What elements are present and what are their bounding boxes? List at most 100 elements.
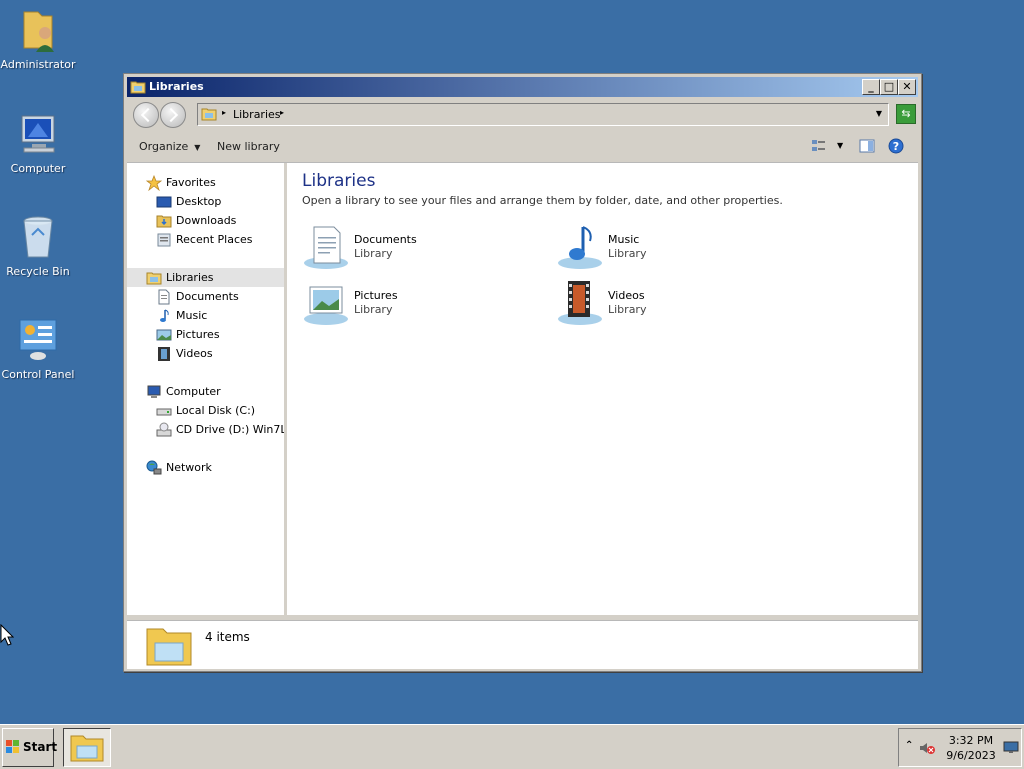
organize-button[interactable]: Organize ▼ <box>139 140 200 153</box>
nav-local-disk[interactable]: Local Disk (C:) <box>127 401 284 420</box>
view-options-icon <box>812 140 825 151</box>
desktop-icon-label: Computer <box>10 162 66 175</box>
libraries-folder-icon <box>145 623 193 667</box>
nav-label: Local Disk (C:) <box>176 404 256 417</box>
nav-downloads[interactable]: Downloads <box>127 211 284 230</box>
refresh-icon: ⇆ <box>901 107 911 120</box>
library-type: Library <box>608 303 647 316</box>
content-pane: Libraries Open a library to see your fil… <box>287 163 918 615</box>
system-tray: ⌃ 3:32 PM 9/6/2023 <box>898 728 1022 767</box>
change-view-button[interactable] <box>811 138 827 157</box>
nav-network[interactable]: Network <box>127 458 284 477</box>
breadcrumb-libraries[interactable]: Libraries <box>233 108 281 121</box>
preview-pane-button[interactable] <box>859 138 875 157</box>
breadcrumb-arrow-icon[interactable]: ▸ <box>280 108 284 117</box>
clock[interactable]: 3:32 PM 9/6/2023 <box>945 733 997 763</box>
close-button[interactable]: ✕ <box>898 79 916 95</box>
nav-pictures[interactable]: Pictures <box>127 325 284 344</box>
library-type: Library <box>608 247 647 260</box>
mouse-cursor-icon <box>0 623 15 646</box>
libraries-folder-icon <box>70 735 104 762</box>
pictures-library-icon <box>302 279 352 327</box>
library-item-documents[interactable]: Documents Library <box>302 223 522 275</box>
nav-label: Recent Places <box>176 233 253 246</box>
minimize-button[interactable]: _ <box>862 79 880 95</box>
computer-icon <box>146 384 162 400</box>
taskbar: Start ⌃ 3:32 PM 9/6/2023 <box>0 724 1024 769</box>
library-name: Videos <box>608 289 645 302</box>
library-item-videos[interactable]: Videos Library <box>556 279 776 331</box>
clock-time: 3:32 PM <box>948 734 994 747</box>
breadcrumb-arrow-icon[interactable]: ▸ <box>222 108 226 117</box>
nav-libraries[interactable]: Libraries <box>127 268 284 287</box>
nav-label: Documents <box>176 290 239 303</box>
library-item-music[interactable]: Music Library <box>556 223 776 275</box>
start-button[interactable]: Start <box>2 728 58 767</box>
nav-label: Favorites <box>166 176 216 189</box>
close-icon: ✕ <box>902 80 912 93</box>
help-button[interactable]: ? <box>888 138 904 157</box>
show-hidden-icons-button[interactable]: ⌃ <box>905 740 913 751</box>
nav-desktop[interactable]: Desktop <box>127 192 284 211</box>
explorer-window: Libraries _ □ ✕ ▸ Libraries ▸ ▼ ⇆ Organi… <box>123 73 922 672</box>
start-label: Start <box>23 740 58 754</box>
library-name: Documents <box>354 233 417 246</box>
address-dropdown-icon[interactable]: ▼ <box>876 109 882 118</box>
details-pane: 4 items <box>127 620 918 669</box>
library-name: Music <box>608 233 640 246</box>
film-strip-icon <box>156 346 172 362</box>
desktop-icon-administrator[interactable]: Administrator <box>0 6 76 71</box>
svg-text:?: ? <box>893 140 899 153</box>
view-menu-chevron-icon[interactable]: ▼ <box>837 141 843 150</box>
taskbar-explorer-button[interactable] <box>63 728 111 767</box>
forward-button[interactable] <box>160 102 186 128</box>
user-folder-icon <box>14 6 62 54</box>
nav-label: Computer <box>166 385 221 398</box>
music-note-icon <box>156 308 172 324</box>
new-library-button[interactable]: New library <box>217 140 280 153</box>
nav-music[interactable]: Music <box>127 306 284 325</box>
nav-label: Pictures <box>176 328 220 341</box>
documents-library-icon <box>302 223 352 271</box>
item-count: 4 items <box>205 630 250 644</box>
desktop-icon-label: Control Panel <box>1 368 75 381</box>
preview-pane-icon <box>859 139 875 153</box>
window-title: Libraries <box>149 80 204 93</box>
nav-recent-places[interactable]: Recent Places <box>127 230 284 249</box>
music-library-icon <box>556 223 606 271</box>
library-item-pictures[interactable]: Pictures Library <box>302 279 522 331</box>
clock-date: 9/6/2023 <box>946 749 996 762</box>
hard-drive-icon <box>156 403 172 419</box>
nav-label: Downloads <box>176 214 237 227</box>
chevron-down-icon: ▼ <box>194 143 201 152</box>
page-description: Open a library to see your files and arr… <box>302 194 783 207</box>
desktop-icon-label: Administrator <box>0 58 76 71</box>
maximize-button[interactable]: □ <box>880 79 898 95</box>
desktop-icon-control-panel[interactable]: Control Panel <box>0 316 76 381</box>
address-field[interactable]: ▸ Libraries ▸ ▼ <box>197 103 889 126</box>
desktop-icon-recycle-bin[interactable]: Recycle Bin <box>0 213 76 278</box>
maximize-icon: □ <box>883 80 895 93</box>
nav-favorites[interactable]: Favorites <box>127 173 284 192</box>
nav-documents[interactable]: Documents <box>127 287 284 306</box>
library-name: Pictures <box>354 289 398 302</box>
picture-icon <box>156 327 172 343</box>
show-desktop-icon[interactable] <box>1003 741 1019 754</box>
nav-cd-drive[interactable]: CD Drive (D:) Win7Lite <box>127 420 284 439</box>
downloads-icon <box>156 213 172 229</box>
desktop-icon-computer[interactable]: Computer <box>0 110 76 175</box>
nav-label: Libraries <box>166 271 214 284</box>
back-button[interactable] <box>133 102 159 128</box>
nav-label: CD Drive (D:) Win7Lite <box>176 423 284 436</box>
desktop-icon-label: Recycle Bin <box>6 265 70 278</box>
volume-muted-icon[interactable] <box>919 741 935 755</box>
nav-videos[interactable]: Videos <box>127 344 284 363</box>
nav-label: Network <box>166 461 212 474</box>
library-type: Library <box>354 303 393 316</box>
refresh-button[interactable]: ⇆ <box>896 104 916 124</box>
page-title: Libraries <box>302 171 376 191</box>
nav-label: Music <box>176 309 208 322</box>
title-bar[interactable]: Libraries _ □ ✕ <box>127 77 918 97</box>
command-bar: Organize ▼ New library ▼ ? <box>127 132 918 163</box>
nav-computer[interactable]: Computer <box>127 382 284 401</box>
